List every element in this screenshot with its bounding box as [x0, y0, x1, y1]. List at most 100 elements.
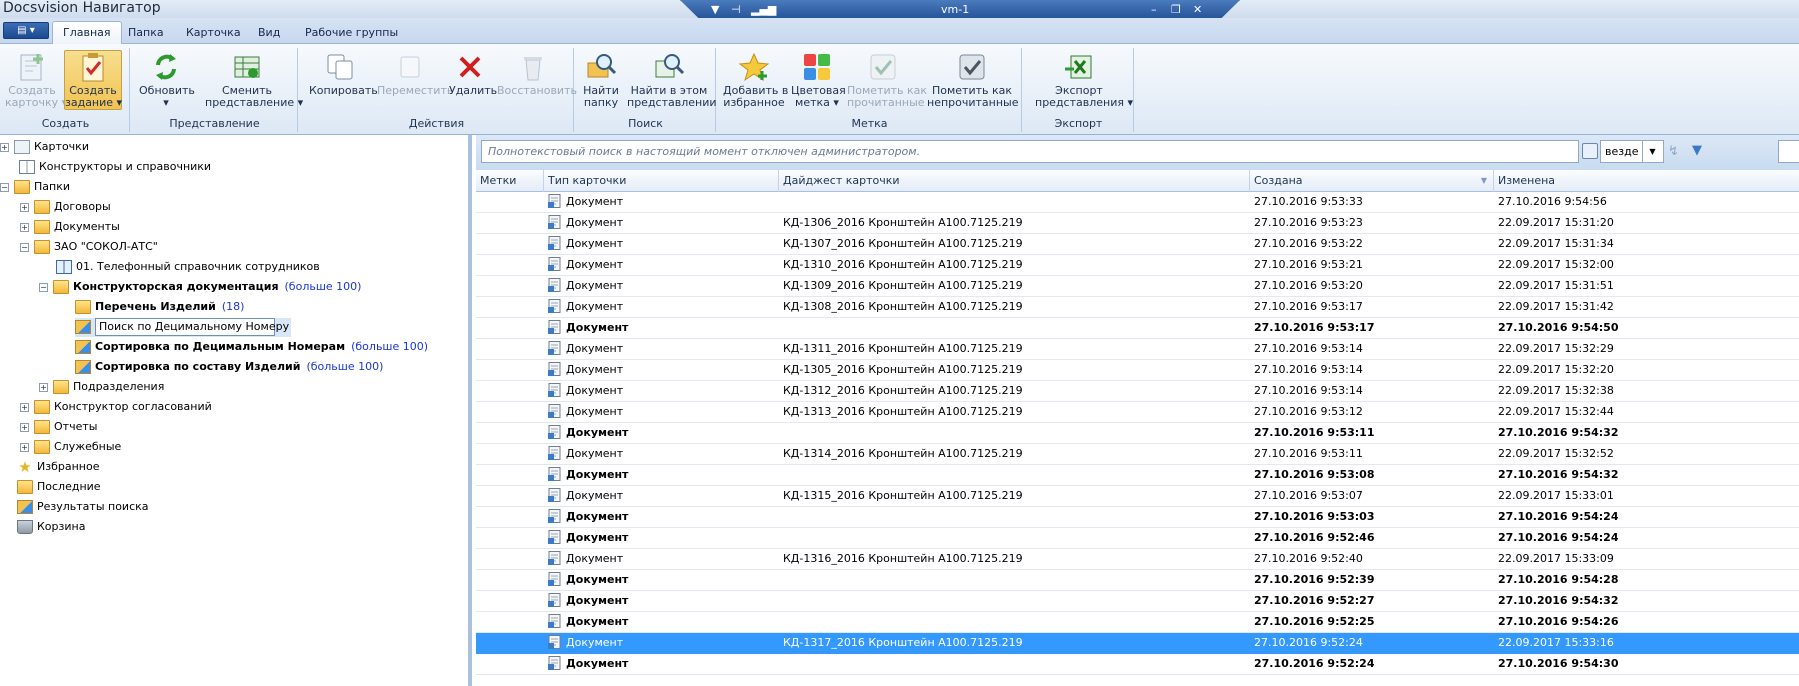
table-row[interactable]: Документ КД-1307_2016 Кронштейн А100.7125… — [476, 234, 1799, 255]
table-row[interactable]: Документ 27.10.2016 9:52:25 27.10.2016 9:5… — [476, 612, 1799, 633]
group-create: Создать карточку ▾ Создать задание ▾ Созда… — [2, 48, 130, 132]
table-row[interactable]: Документ 27.10.2016 9:53:03 27.10.2016 9:5… — [476, 507, 1799, 528]
delete-button[interactable]: Удалить — [448, 50, 497, 98]
expand-icon[interactable]: + — [20, 202, 29, 212]
cell-modified: 22.09.2017 15:32:20 — [1498, 363, 1614, 376]
pin-icon[interactable]: ⊣ — [731, 3, 741, 16]
tree-item-product-list[interactable]: Перечень Изделий (18) — [75, 298, 244, 317]
refresh-button[interactable]: Обновить ▾ — [138, 50, 195, 110]
move-button[interactable]: Переместить — [376, 50, 453, 98]
tree-item-cards[interactable]: + Карточки — [0, 138, 89, 157]
cell-created: 27.10.2016 9:52:24 — [1254, 657, 1375, 670]
cell-modified: 22.09.2017 15:33:16 — [1498, 636, 1614, 649]
tree-item-sort-decimal[interactable]: Сортировка по Децимальным Номерам (больше… — [75, 338, 428, 357]
table-row[interactable]: Документ КД-1306_2016 Кронштейн А100.7125… — [476, 213, 1799, 234]
table-row[interactable]: Документ 27.10.2016 9:53:17 27.10.2016 9:5… — [476, 318, 1799, 339]
app-menu-button[interactable]: ▤ ▾ — [3, 22, 49, 39]
cell-modified: 27.10.2016 9:54:24 — [1498, 510, 1619, 523]
table-row[interactable]: Документ 27.10.2016 9:53:08 27.10.2016 9:5… — [476, 465, 1799, 486]
chevron-down-icon[interactable]: ▼ — [711, 3, 719, 16]
cell-created: 27.10.2016 9:53:11 — [1254, 447, 1363, 460]
tab-workgroups[interactable]: Рабочие группы — [295, 24, 408, 44]
find-folder-button[interactable]: Найти папку — [580, 50, 622, 110]
tree-item-sort-composition[interactable]: Сортировка по составу Изделий (больше 100… — [75, 358, 383, 377]
tab-view[interactable]: Вид — [248, 24, 290, 44]
secondary-search-input[interactable] — [1778, 140, 1799, 163]
tab-card[interactable]: Карточка — [176, 24, 251, 44]
create-card-button[interactable]: Создать карточку ▾ — [4, 50, 67, 110]
cell-digest — [783, 423, 1248, 443]
tab-home[interactable]: Главная — [52, 21, 122, 44]
close-icon[interactable]: ✕ — [1193, 3, 1202, 16]
export-view-button[interactable]: Экспорт представления ▾ — [1034, 50, 1133, 110]
column-header-created[interactable]: Создана ▼ — [1250, 170, 1494, 192]
tree-item-service[interactable]: + Служебные — [20, 438, 121, 457]
column-header-modified[interactable]: Изменена — [1494, 170, 1799, 192]
table-row[interactable]: Документ КД-1316_2016 Кронштейн А100.7125… — [476, 549, 1799, 570]
fulltext-search-input[interactable]: Полнотекстовый поиск в настоящий момент … — [481, 140, 1579, 163]
restore-icon[interactable]: ❐ — [1171, 3, 1181, 16]
tab-folder[interactable]: Папка — [118, 24, 174, 44]
collapse-icon[interactable]: − — [20, 242, 29, 252]
expand-icon[interactable]: + — [39, 382, 48, 392]
tree-item-departments[interactable]: + Подразделения — [39, 378, 164, 397]
chevron-down-icon[interactable]: ▼ — [1642, 141, 1662, 162]
tree-item-trash[interactable]: Корзина — [17, 518, 85, 537]
tree-item-approval-constructor[interactable]: + Конструктор согласований — [20, 398, 212, 417]
table-row[interactable]: Документ КД-1314_2016 Кронштейн А100.7125… — [476, 444, 1799, 465]
minimize-icon[interactable]: – — [1151, 3, 1157, 16]
table-row[interactable]: Документ КД-1305_2016 Кронштейн А100.7125… — [476, 360, 1799, 381]
restore-button[interactable]: Восстановить — [496, 50, 577, 98]
cell-digest — [783, 570, 1248, 590]
expand-icon[interactable]: + — [0, 142, 9, 152]
tree-item-documents[interactable]: + Документы — [20, 218, 120, 237]
mark-unread-button[interactable]: Пометить как непрочитанные — [926, 50, 1019, 110]
table-row[interactable]: Документ 27.10.2016 9:53:11 27.10.2016 9:5… — [476, 423, 1799, 444]
tree-item-phone-directory[interactable]: 01. Телефонный справочник сотрудников — [56, 258, 320, 277]
tree-item-constructors[interactable]: Конструкторы и справочники — [19, 158, 211, 177]
expand-icon[interactable]: + — [20, 222, 29, 232]
column-header-labels[interactable]: Метки — [476, 170, 544, 192]
tree-item-design-docs[interactable]: − Конструкторская документация (больше 100… — [39, 278, 361, 297]
add-favorites-button[interactable]: Добавить в избранное — [722, 50, 788, 110]
tree-item-favorites[interactable]: ★ Избранное — [17, 458, 99, 477]
filter-icon[interactable]: ▼ — [1692, 143, 1702, 158]
tree-item-sokol-ats[interactable]: − ЗАО "СОКОЛ-АТС" — [20, 238, 158, 257]
table-row[interactable]: Документ 27.10.2016 9:52:24 27.10.2016 9:5… — [476, 654, 1799, 675]
copy-button[interactable]: Копировать — [308, 50, 378, 98]
column-header-card-type[interactable]: Тип карточки — [544, 170, 779, 192]
clear-filter-icon[interactable]: ↯ — [1668, 144, 1679, 159]
mark-read-button[interactable]: Пометить как прочитанные — [846, 50, 927, 110]
find-in-view-button[interactable]: Найти в этом представлении — [626, 50, 717, 110]
create-task-button[interactable]: Создать задание ▾ — [64, 50, 122, 110]
table-row[interactable]: Документ КД-1313_2016 Кронштейн А100.7125… — [476, 402, 1799, 423]
table-row[interactable]: Документ КД-1308_2016 Кронштейн А100.7125… — [476, 297, 1799, 318]
tree-item-decimal-search[interactable]: Поиск по Децимальному Номеру — [75, 318, 291, 337]
change-view-button[interactable]: Сменить представление ▾ — [204, 50, 303, 110]
column-header-digest[interactable]: Дайджест карточки — [779, 170, 1250, 192]
table-row[interactable]: Документ КД-1312_2016 Кронштейн А100.7125… — [476, 381, 1799, 402]
table-row[interactable]: Документ КД-1309_2016 Кронштейн А100.7125… — [476, 276, 1799, 297]
table-row[interactable]: Документ 27.10.2016 9:52:27 27.10.2016 9:5… — [476, 591, 1799, 612]
color-label-button[interactable]: Цветовая метка ▾ — [790, 50, 846, 110]
table-row[interactable]: Документ КД-1310_2016 Кронштейн А100.7125… — [476, 255, 1799, 276]
tree-item-contracts[interactable]: + Договоры — [20, 198, 111, 217]
table-row[interactable]: Документ КД-1317_2016 Кронштейн А100.7125… — [476, 633, 1799, 654]
table-row[interactable]: Документ КД-1311_2016 Кронштейн А100.7125… — [476, 339, 1799, 360]
expand-icon[interactable]: + — [20, 442, 29, 452]
table-row[interactable]: Документ КД-1315_2016 Кронштейн А100.7125… — [476, 486, 1799, 507]
collapse-icon[interactable]: − — [0, 182, 9, 192]
tree-item-recent[interactable]: Последние — [17, 478, 101, 497]
table-row[interactable]: Документ 27.10.2016 9:52:39 27.10.2016 9:5… — [476, 570, 1799, 591]
expand-icon[interactable]: + — [20, 402, 29, 412]
search-options-icon[interactable] — [1582, 143, 1598, 159]
collapse-icon[interactable]: − — [39, 282, 48, 292]
table-row[interactable]: Документ 27.10.2016 9:52:46 27.10.2016 9:5… — [476, 528, 1799, 549]
tree-item-reports[interactable]: + Отчеты — [20, 418, 97, 437]
table-row[interactable]: Документ 27.10.2016 9:53:33 27.10.2016 9:5… — [476, 192, 1799, 213]
tree-item-folders[interactable]: − Папки — [0, 178, 70, 197]
rename-field[interactable]: Поиск по Децимальному Номеру — [95, 318, 289, 336]
expand-icon[interactable]: + — [20, 422, 29, 432]
tree-item-search-results[interactable]: Результаты поиска — [17, 498, 149, 517]
cell-digest — [783, 591, 1248, 611]
